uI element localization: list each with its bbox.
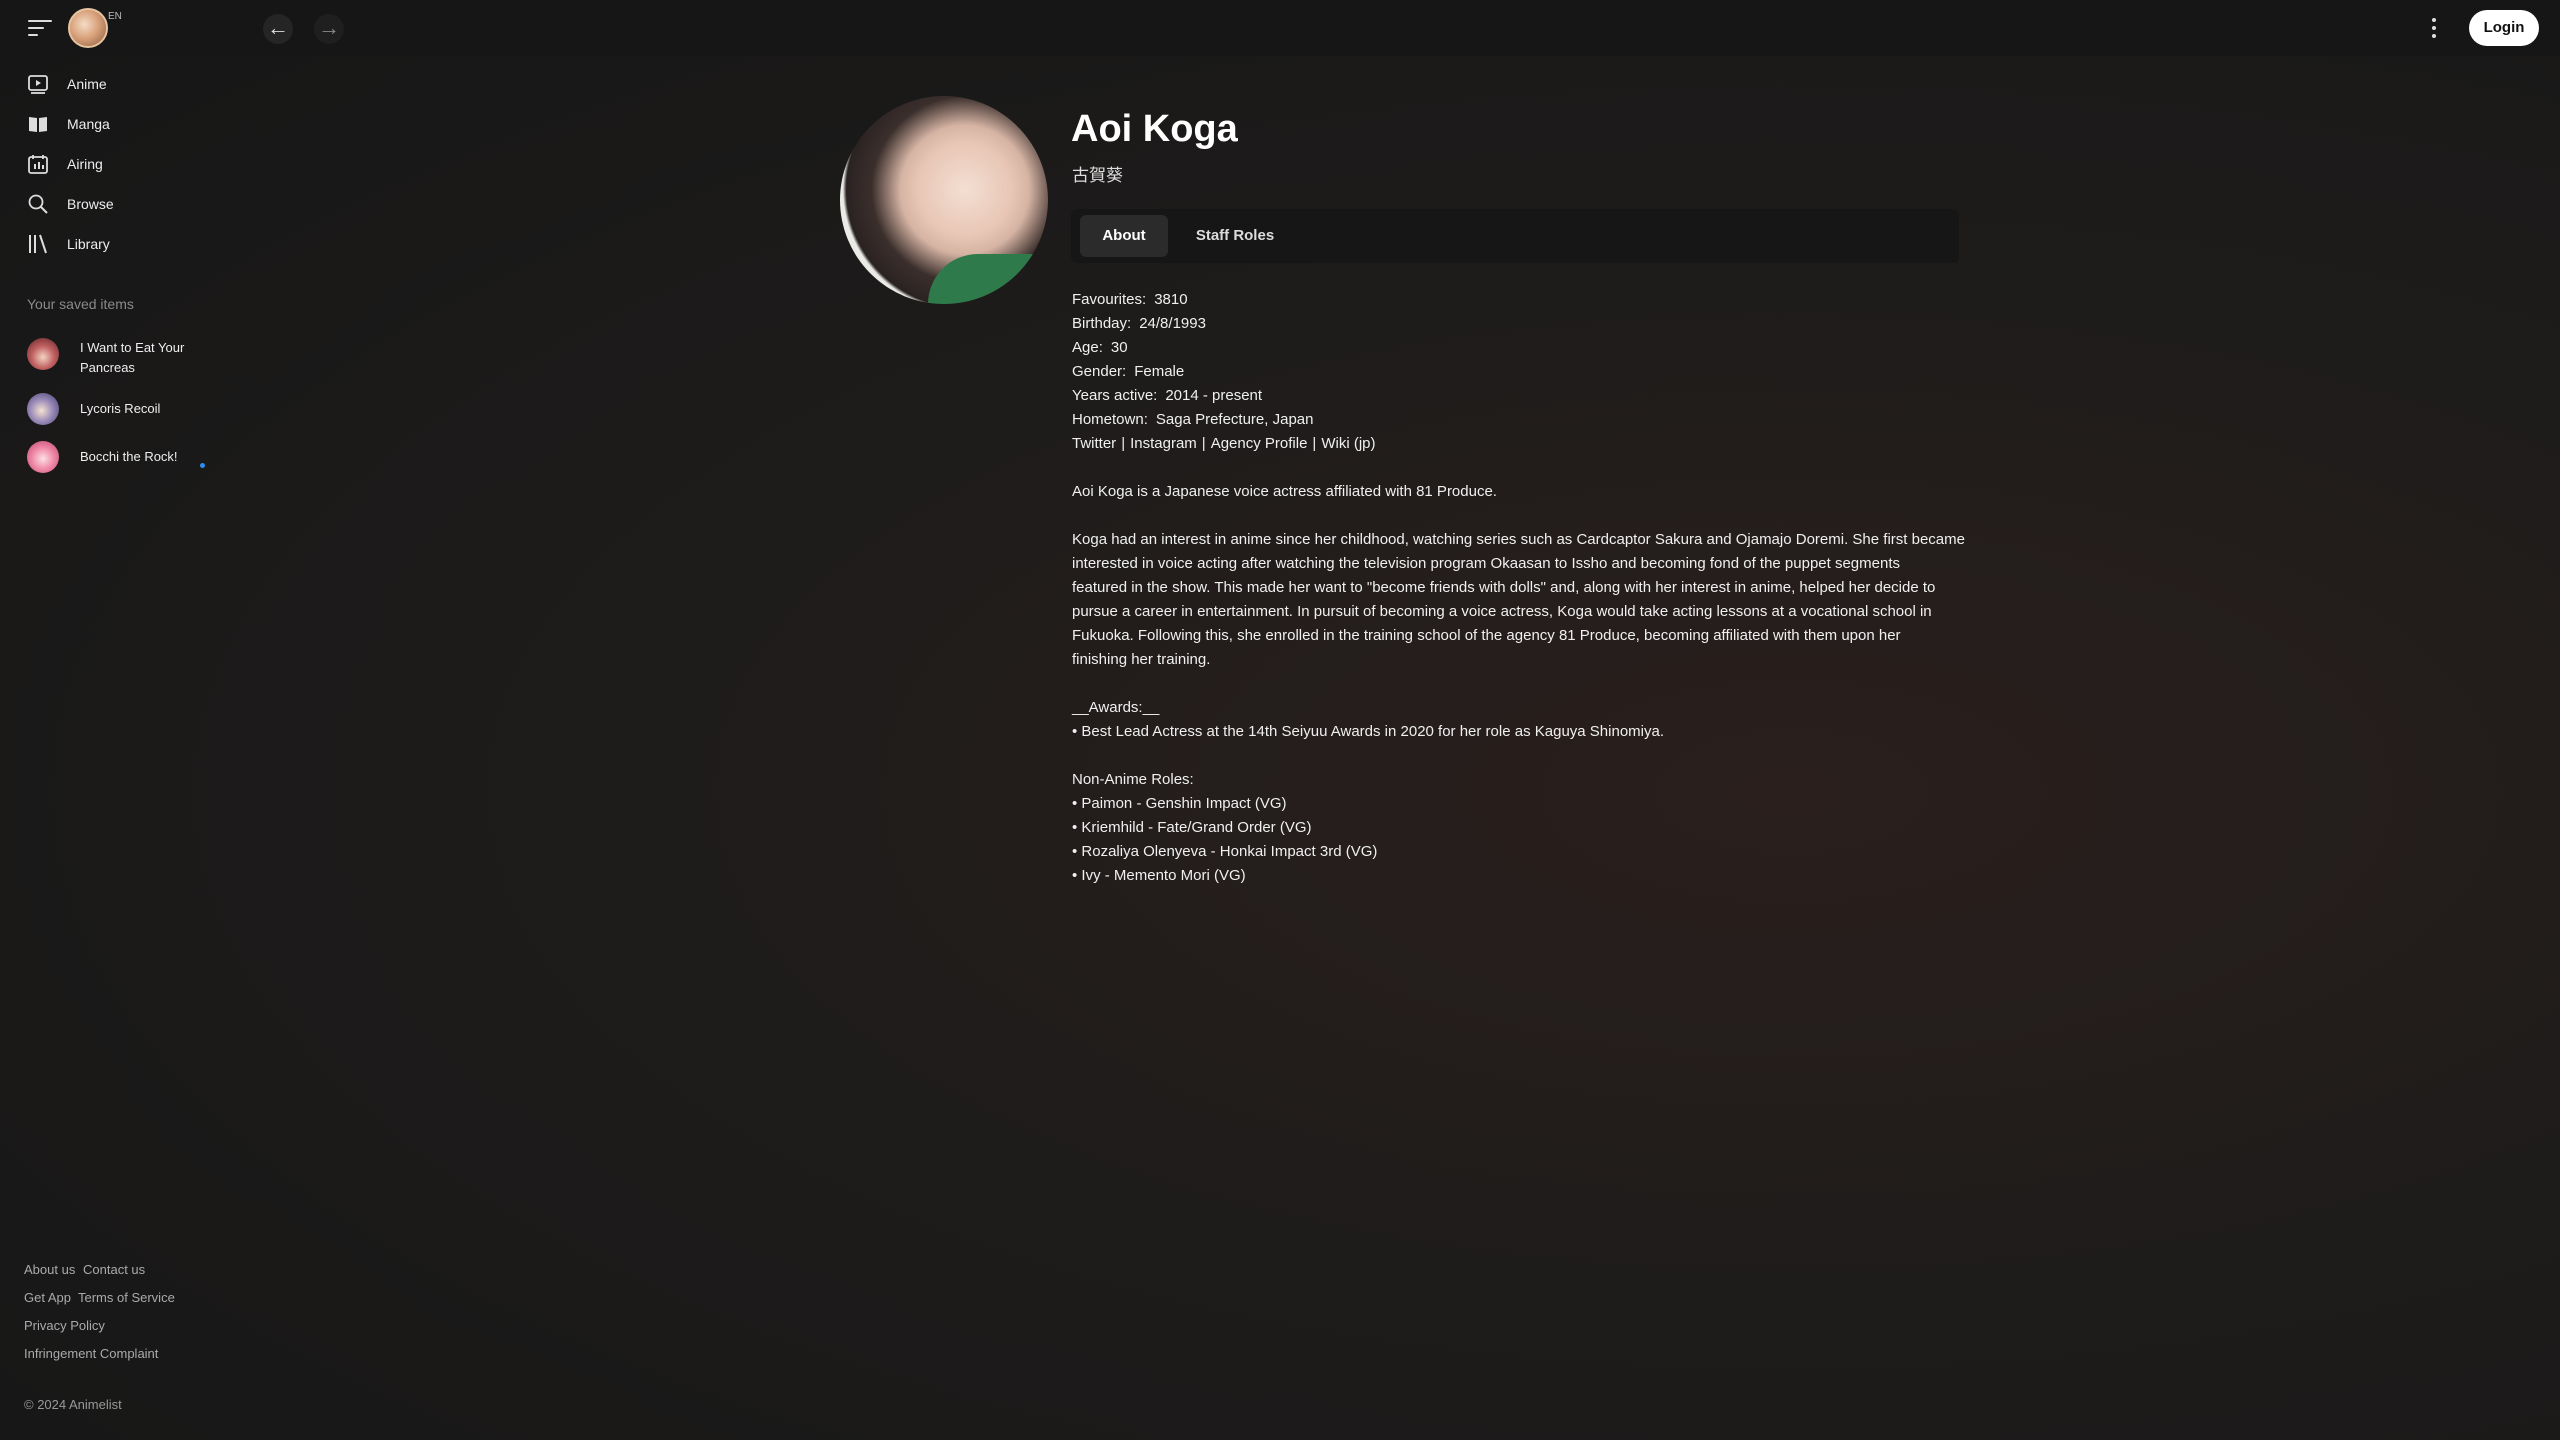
info-birthday: Birthday: 24/8/1993 — [1072, 315, 1206, 332]
saved-item-title: Lycoris Recoil — [80, 401, 161, 416]
bio-intro: Aoi Koga is a Japanese voice actress aff… — [1072, 483, 1497, 500]
info-hometown: Hometown: Saga Prefecture, Japan — [1072, 411, 1314, 428]
calendar-icon — [24, 150, 52, 178]
sidebar-item-library[interactable]: Library — [24, 228, 214, 260]
sidebar: Anime Manga Airing Browse Library Your s… — [0, 56, 220, 1440]
agency-profile-link[interactable]: Agency Profile — [1211, 435, 1308, 452]
sidebar-item-label: Anime — [67, 76, 107, 92]
info-years-active: Years active: 2014 - present — [1072, 387, 1263, 404]
page-title: Aoi Koga — [1071, 108, 1238, 150]
forward-arrow-icon[interactable]: → — [314, 14, 344, 44]
about-us-link[interactable]: About us — [24, 1262, 75, 1277]
sidebar-item-manga[interactable]: Manga — [24, 108, 214, 140]
copyright: © 2024 Animelist — [24, 1397, 122, 1412]
saved-items-heading: Your saved items — [27, 296, 134, 312]
language-badge[interactable]: EN — [108, 11, 122, 22]
awards-heading: __Awards:__ — [1072, 699, 1160, 716]
search-icon — [24, 190, 52, 218]
native-name: 古賀葵 — [1072, 166, 1123, 186]
sidebar-item-browse[interactable]: Browse — [24, 188, 214, 220]
more-options-icon[interactable] — [2426, 14, 2442, 42]
sidebar-item-anime[interactable]: Anime — [24, 68, 214, 100]
tab-about[interactable]: About — [1080, 215, 1168, 257]
avatar — [27, 338, 59, 370]
info-age: Age: 30 — [1072, 339, 1128, 356]
avatar — [27, 393, 59, 425]
non-anime-role: • Paimon - Genshin Impact (VG) — [1072, 795, 1287, 812]
sidebar-item-label: Browse — [67, 196, 114, 212]
instagram-link[interactable]: Instagram — [1130, 435, 1197, 452]
non-anime-role: • Rozaliya Olenyeva - Honkai Impact 3rd … — [1072, 843, 1378, 860]
top-bar: EN ← → Login — [0, 0, 2560, 56]
privacy-link[interactable]: Privacy Policy — [24, 1318, 105, 1333]
profile-tabs: About Staff Roles — [1071, 209, 1959, 263]
sidebar-item-airing[interactable]: Airing — [24, 148, 214, 180]
play-box-icon — [24, 70, 52, 98]
back-arrow-icon[interactable]: ← — [263, 14, 293, 44]
book-icon — [24, 110, 52, 138]
info-favourites: Favourites: 3810 — [1072, 291, 1188, 308]
saved-item-lycoris[interactable]: Lycoris Recoil — [27, 393, 207, 425]
saved-item-title: Bocchi the Rock! — [80, 449, 178, 464]
non-anime-role: • Ivy - Memento Mori (VG) — [1072, 867, 1246, 884]
bio-paragraph: Koga had an interest in anime since her … — [1072, 531, 1965, 668]
saved-item-bocchi[interactable]: Bocchi the Rock! — [27, 441, 207, 473]
terms-link[interactable]: Terms of Service — [78, 1290, 175, 1305]
award-item: • Best Lead Actress at the 14th Seiyuu A… — [1072, 723, 1664, 740]
login-button[interactable]: Login — [2469, 10, 2539, 46]
get-app-link[interactable]: Get App — [24, 1290, 71, 1305]
sidebar-item-label: Library — [67, 236, 110, 252]
infringement-link[interactable]: Infringement Complaint — [24, 1346, 158, 1361]
non-anime-role: • Kriemhild - Fate/Grand Order (VG) — [1072, 819, 1312, 836]
sidebar-item-label: Airing — [67, 156, 103, 172]
tab-staff-roles[interactable]: Staff Roles — [1183, 215, 1287, 257]
saved-item-title: I Want to Eat Your — [80, 340, 185, 355]
menu-icon[interactable] — [28, 20, 52, 38]
external-links: Twitter | Instagram | Agency Profile | Wiki (j… — [1072, 435, 1376, 452]
avatar — [27, 441, 59, 473]
info-gender: Gender: Female — [1072, 363, 1185, 380]
non-anime-heading: Non-Anime Roles: — [1072, 771, 1194, 788]
contact-us-link[interactable]: Contact us — [83, 1262, 145, 1277]
wiki-link[interactable]: Wiki (jp) — [1321, 435, 1375, 452]
profile-photo — [840, 96, 1048, 304]
library-icon — [24, 230, 52, 258]
saved-item-title-line2: Pancreas — [80, 360, 135, 375]
site-logo[interactable] — [68, 8, 108, 48]
saved-item-pancreas[interactable]: I Want to Eat Your Pancreas — [27, 338, 207, 378]
sidebar-item-label: Manga — [67, 116, 110, 132]
twitter-link[interactable]: Twitter — [1072, 435, 1116, 452]
